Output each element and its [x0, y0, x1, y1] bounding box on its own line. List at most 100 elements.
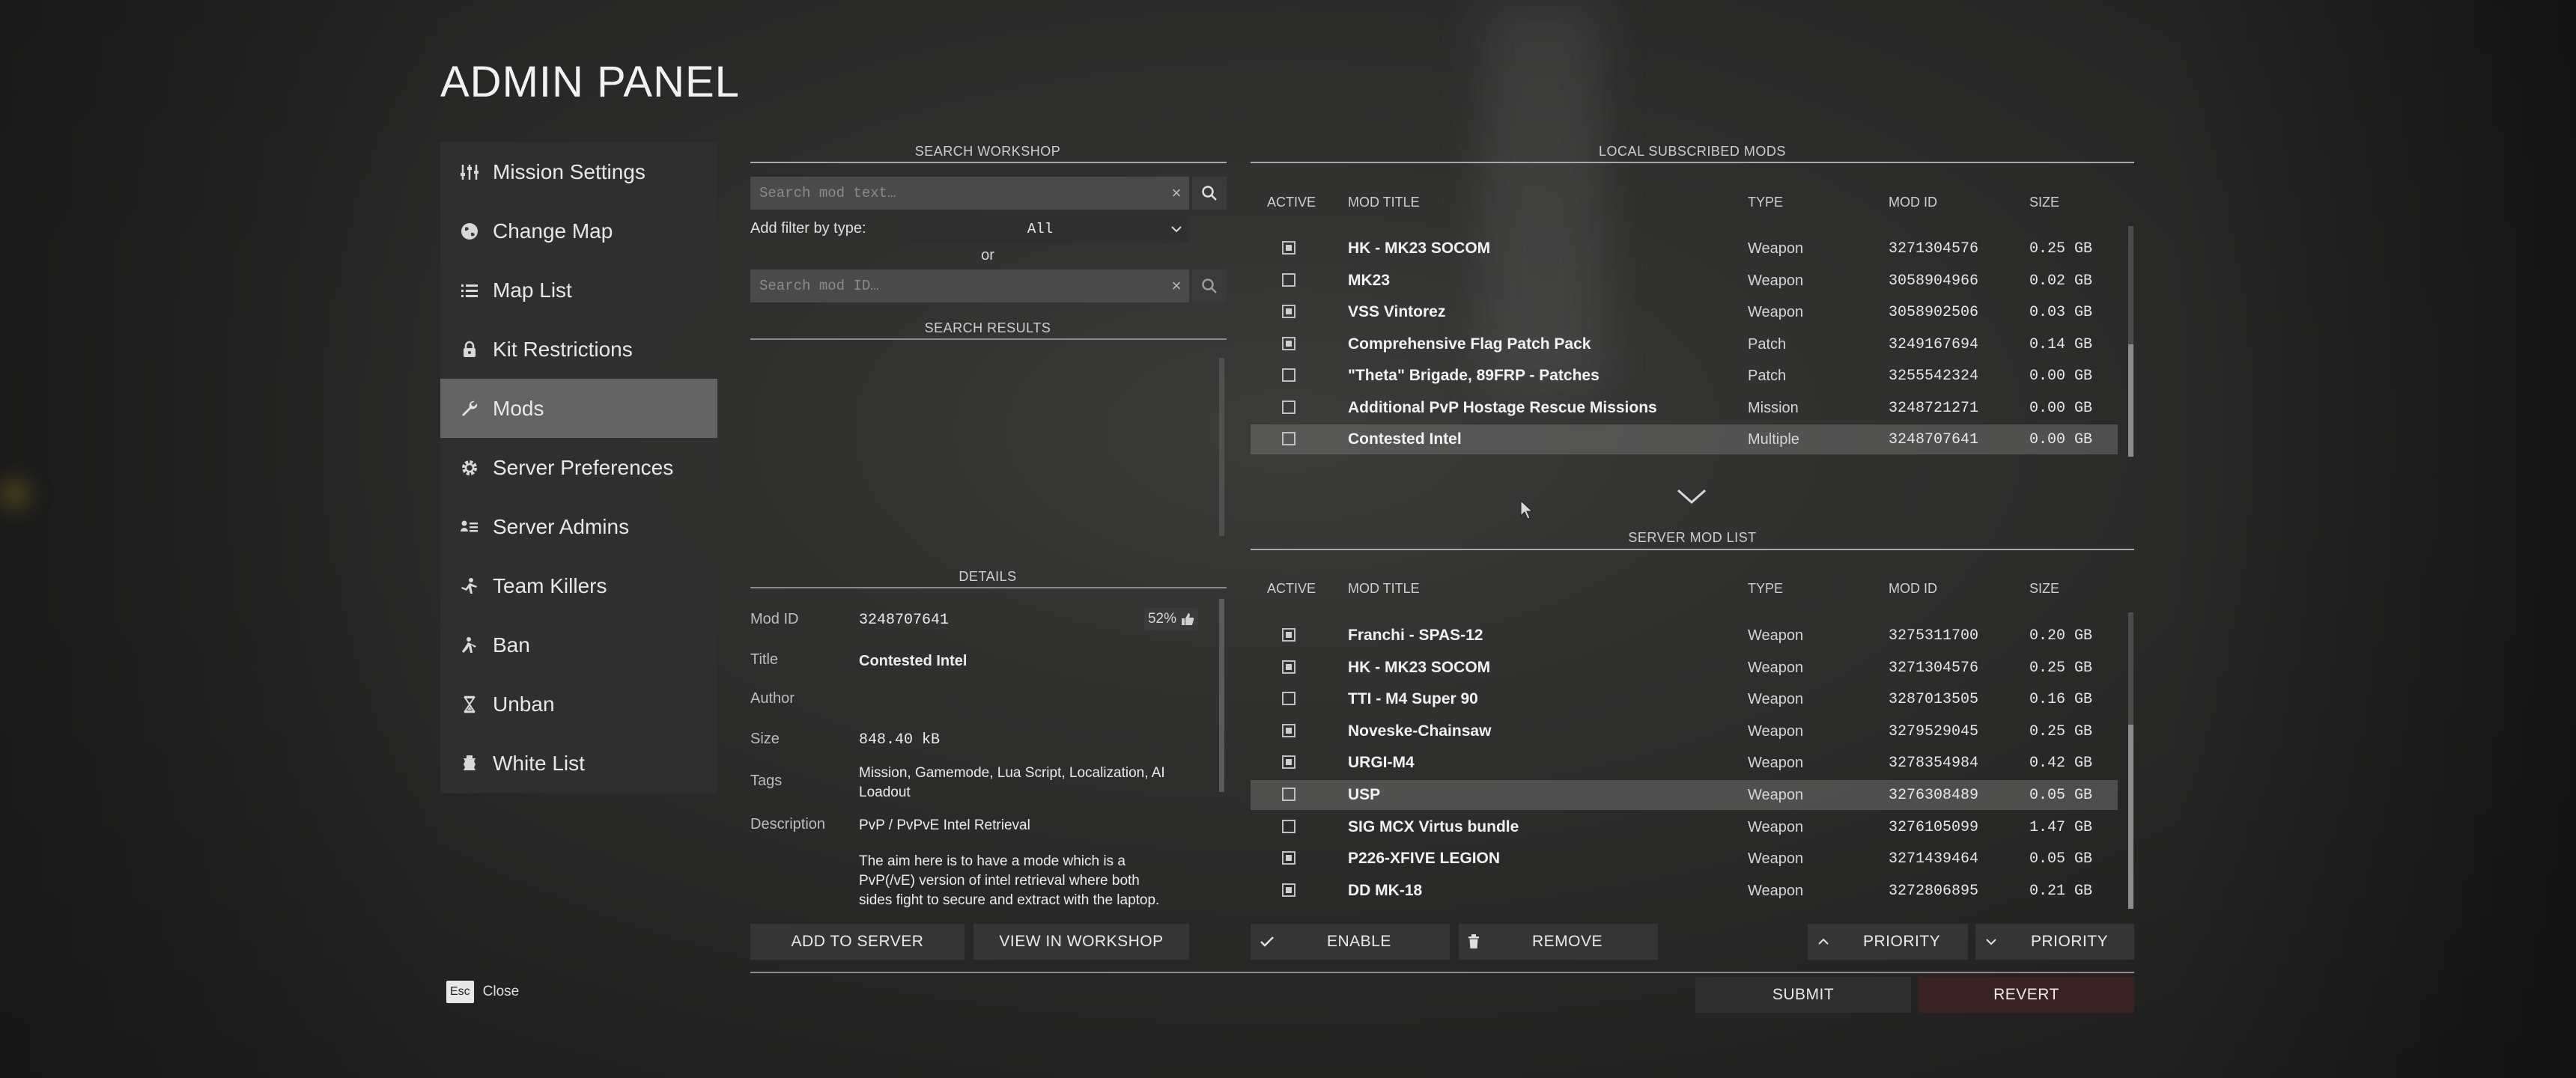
mod-id: 3058904966: [1889, 272, 1979, 290]
clear-search-icon[interactable]: ×: [1164, 183, 1189, 203]
search-input[interactable]: [750, 184, 1164, 202]
mod-id: 3276308489: [1889, 787, 1979, 804]
mod-title: Noveske-Chainsaw: [1348, 722, 1492, 740]
col-size[interactable]: SIZE: [2029, 581, 2059, 597]
mod-size: 0.05 GB: [2029, 787, 2093, 804]
server-mod-row[interactable]: DD MK-18 Weapon 3272806895 0.21 GB: [1251, 876, 2118, 906]
active-checkbox[interactable]: [1282, 241, 1295, 255]
mod-id: 3272806895: [1889, 883, 1979, 900]
enable-label: ENABLE: [1327, 933, 1391, 950]
local-mod-row-selected[interactable]: Contested Intel Multiple 3248707641 0.00…: [1251, 424, 2118, 454]
nav-item-kit-restrictions[interactable]: Kit Restrictions: [440, 320, 717, 379]
server-mod-row[interactable]: P226-XFIVE LEGION Weapon 3271439464 0.05…: [1251, 844, 2118, 874]
divider: [750, 587, 1227, 588]
chevron-down-icon[interactable]: [1676, 487, 1707, 506]
col-type[interactable]: TYPE: [1748, 581, 1783, 597]
enable-button[interactable]: ENABLE: [1251, 924, 1450, 960]
server-mod-row[interactable]: Noveske-Chainsaw Weapon 3279529045 0.25 …: [1251, 716, 2118, 746]
mod-type: Patch: [1748, 336, 1787, 353]
col-size[interactable]: SIZE: [2029, 195, 2059, 210]
local-mod-row[interactable]: Additional PvP Hostage Rescue Missions M…: [1251, 393, 2118, 423]
local-mod-row[interactable]: Comprehensive Flag Patch Pack Patch 3249…: [1251, 329, 2118, 359]
col-mod-id[interactable]: MOD ID: [1889, 581, 1937, 597]
mod-id-input[interactable]: [750, 277, 1164, 295]
server-mod-row[interactable]: TTI - M4 Super 90 Weapon 3287013505 0.16…: [1251, 684, 2118, 714]
col-mod-title[interactable]: MOD TITLE: [1348, 581, 1420, 597]
priority-down-button[interactable]: PRIORITY: [1975, 924, 2134, 960]
server-mod-row[interactable]: Franchi - SPAS-12 Weapon 3275311700 0.20…: [1251, 621, 2118, 651]
mod-id: 3287013505: [1889, 691, 1979, 708]
active-checkbox[interactable]: [1282, 660, 1295, 674]
nav-item-unban[interactable]: Unban: [440, 674, 717, 734]
active-checkbox[interactable]: [1282, 273, 1295, 287]
remove-button[interactable]: REMOVE: [1459, 924, 1658, 960]
search-button[interactable]: [1192, 177, 1227, 210]
server-mod-row[interactable]: SIG MCX Virtus bundle Weapon 3276105099 …: [1251, 812, 2118, 842]
mod-title: Comprehensive Flag Patch Pack: [1348, 335, 1591, 353]
detail-value: PvP / PvPvE Intel Retrieval: [859, 817, 1030, 833]
mod-id: 3276105099: [1889, 819, 1979, 836]
active-checkbox[interactable]: [1282, 851, 1295, 865]
mod-type: Weapon: [1748, 272, 1804, 289]
active-checkbox[interactable]: [1282, 883, 1295, 897]
nav-item-team-killers[interactable]: Team Killers: [440, 556, 717, 615]
filter-type-dropdown[interactable]: All: [909, 215, 1189, 243]
revert-button[interactable]: REVERT: [1919, 977, 2134, 1013]
mod-type: Weapon: [1748, 627, 1804, 644]
active-checkbox[interactable]: [1282, 368, 1295, 382]
detail-value: Contested Intel: [859, 653, 967, 669]
active-checkbox[interactable]: [1282, 401, 1295, 414]
details-scroll-thumb[interactable]: [1219, 599, 1224, 792]
local-mod-row[interactable]: MK23 Weapon 3058904966 0.02 GB: [1251, 266, 2118, 296]
nav-item-server-preferences[interactable]: Server Preferences: [440, 438, 717, 497]
active-checkbox[interactable]: [1282, 305, 1295, 318]
local-mod-row[interactable]: "Theta" Brigade, 89FRP - Patches Patch 3…: [1251, 361, 2118, 391]
col-mod-id[interactable]: MOD ID: [1889, 195, 1937, 210]
mod-title: TTI - M4 Super 90: [1348, 690, 1478, 707]
nav-label: Server Admins: [493, 514, 630, 538]
server-mod-row[interactable]: HK - MK23 SOCOM Weapon 3271304576 0.25 G…: [1251, 653, 2118, 683]
active-checkbox[interactable]: [1282, 820, 1295, 833]
col-mod-title[interactable]: MOD TITLE: [1348, 195, 1420, 210]
nav-item-change-map[interactable]: Change Map: [440, 201, 717, 261]
server-mod-row[interactable]: URGI-M4 Weapon 3278354984 0.42 GB: [1251, 748, 2118, 778]
detail-value: The aim here is to have a mode which is …: [859, 853, 1160, 908]
mod-title: "Theta" Brigade, 89FRP - Patches: [1348, 367, 1600, 384]
server-scroll-thumb[interactable]: [2128, 725, 2133, 909]
active-checkbox[interactable]: [1282, 788, 1295, 801]
search-id-button[interactable]: [1192, 270, 1227, 302]
nav-item-ban[interactable]: Ban: [440, 615, 717, 674]
priority-up-label: PRIORITY: [1863, 933, 1941, 950]
active-checkbox[interactable]: [1282, 628, 1295, 642]
globe-icon: [457, 219, 482, 244]
nav-item-mods[interactable]: Mods: [440, 379, 717, 438]
nav-item-white-list[interactable]: White List: [440, 734, 717, 793]
active-checkbox[interactable]: [1282, 755, 1295, 769]
results-scrollbar[interactable]: [1219, 358, 1224, 536]
esc-key-icon: Esc: [446, 981, 474, 1003]
view-in-workshop-button[interactable]: VIEW IN WORKSHOP: [973, 924, 1189, 960]
close-button[interactable]: Esc Close: [446, 981, 519, 1003]
clear-id-icon[interactable]: ×: [1164, 276, 1189, 296]
nav-item-mission-settings[interactable]: Mission Settings: [440, 142, 717, 201]
server-mod-row-selected[interactable]: USP Weapon 3276308489 0.05 GB: [1251, 780, 2118, 810]
mod-type: Weapon: [1748, 691, 1804, 707]
detail-label: Size: [750, 731, 780, 747]
submit-button[interactable]: SUBMIT: [1695, 977, 1911, 1013]
local-mod-row[interactable]: VSS Vintorez Weapon 3058902506 0.03 GB: [1251, 297, 2118, 327]
local-scroll-thumb[interactable]: [2128, 344, 2133, 457]
nav-item-server-admins[interactable]: Server Admins: [440, 497, 717, 556]
priority-up-button[interactable]: PRIORITY: [1808, 924, 1968, 960]
col-type[interactable]: TYPE: [1748, 195, 1783, 210]
add-to-server-button[interactable]: ADD TO SERVER: [750, 924, 965, 960]
active-checkbox[interactable]: [1282, 337, 1295, 350]
divider: [750, 972, 2134, 973]
nav-item-map-list[interactable]: Map List: [440, 261, 717, 320]
active-checkbox[interactable]: [1282, 432, 1295, 445]
active-checkbox[interactable]: [1282, 692, 1295, 705]
active-checkbox[interactable]: [1282, 724, 1295, 737]
mod-title: MK23: [1348, 272, 1391, 289]
local-mod-row[interactable]: HK - MK23 SOCOM Weapon 3271304576 0.25 G…: [1251, 234, 2118, 264]
mod-type: Patch: [1748, 368, 1787, 384]
mod-size: 0.05 GB: [2029, 850, 2093, 868]
